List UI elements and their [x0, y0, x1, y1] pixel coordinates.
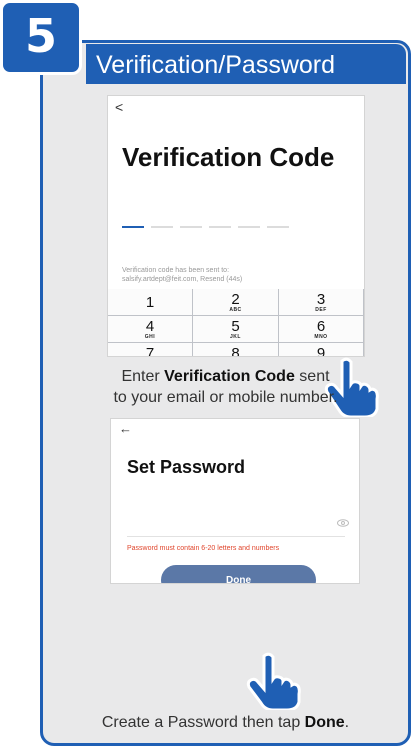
key-letters: JKL: [230, 333, 241, 340]
key-digit: 9: [316, 344, 326, 357]
keypad-key-7[interactable]: 7PQRS: [108, 343, 193, 357]
caption-bold: Verification Code: [164, 368, 295, 385]
key-digit: 1: [145, 293, 155, 311]
caption-text: .: [344, 714, 350, 731]
verification-screen: < Verification Code Verification code ha…: [107, 95, 365, 357]
key-letters: GHI: [144, 333, 156, 340]
keypad-key-5[interactable]: 5 JKL: [193, 316, 279, 343]
step-number-badge: 5: [0, 0, 82, 75]
key-letters: DEF: [315, 306, 327, 313]
numeric-keypad: 12ABC3DEF4GHI5JKL6MNO7PQRS8TUV9WXYZ0⌫: [108, 289, 364, 356]
keypad-key-2[interactable]: 2 ABC: [193, 289, 279, 316]
caption-text: Enter: [121, 368, 165, 385]
caption-text: to your email or mobile number.: [113, 389, 338, 406]
keypad-key-4[interactable]: 4 GHI: [108, 316, 193, 343]
verification-caption: Enter Verification Code sent to your ema…: [40, 366, 411, 408]
code-sent-line-resend[interactable]: salsify.artdept@feit.com, Resend (44s): [122, 275, 242, 284]
keypad-key-9[interactable]: 9WXYZ: [279, 343, 364, 357]
keypad-key-6[interactable]: 6 MNO: [279, 316, 364, 343]
done-button[interactable]: Done: [161, 565, 316, 583]
key-digit: 6: [316, 317, 326, 335]
key-digit: 4: [145, 317, 155, 335]
password-input[interactable]: [127, 536, 345, 537]
code-slot: [151, 226, 173, 228]
key-digit: 2: [231, 290, 240, 308]
code-slot: [122, 226, 144, 228]
pointing-hand-icon: [246, 652, 301, 710]
caption-text: sent: [294, 368, 330, 385]
keypad-key-1[interactable]: 1: [108, 289, 193, 316]
key-digit: 8: [231, 344, 240, 357]
step-title: Verification/Password: [96, 51, 336, 79]
back-arrow-icon[interactable]: <: [115, 99, 123, 115]
password-hint: Password must contain 6-20 letters and n…: [127, 545, 280, 552]
back-arrow-icon[interactable]: ←: [119, 421, 132, 436]
code-slot: [209, 226, 231, 228]
keypad-key-3[interactable]: 3 DEF: [279, 289, 364, 316]
set-password-title: Set Password: [127, 457, 246, 477]
code-slot: [267, 226, 289, 228]
caption-text: Create a Password then tap: [101, 714, 305, 731]
key-digit: 5: [231, 317, 240, 335]
key-letters: ABC: [229, 306, 242, 313]
code-input[interactable]: [122, 226, 289, 228]
caption-bold: Done: [304, 714, 345, 731]
code-sent-line: Verification code has been sent to:: [122, 267, 230, 274]
key-letters: MNO: [314, 333, 328, 340]
key-digit: 7: [145, 344, 155, 357]
key-digit: 3: [316, 290, 326, 308]
code-slot: [180, 226, 202, 228]
eye-icon[interactable]: [337, 519, 349, 527]
set-password-screen: ← Set Password Password must contain 6-2…: [110, 418, 360, 584]
keypad-key-8[interactable]: 8TUV: [193, 343, 279, 357]
verification-title: Verification Code: [122, 142, 335, 172]
code-slot: [238, 226, 260, 228]
code-sent-text: Verification code has been sent to: sals…: [122, 266, 242, 284]
password-caption: Create a Password then tap Done.: [40, 714, 411, 732]
